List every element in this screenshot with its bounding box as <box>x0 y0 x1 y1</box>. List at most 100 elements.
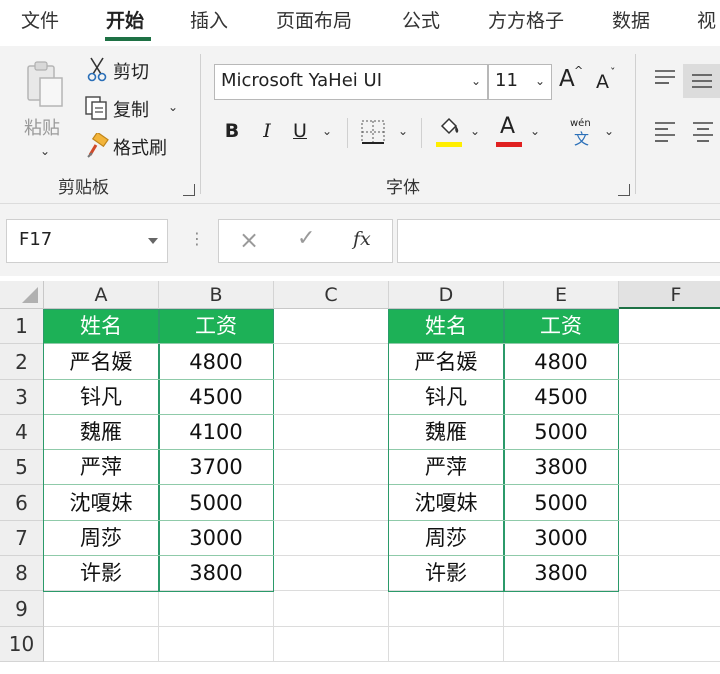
tab-insert[interactable]: 插入 <box>190 6 228 33</box>
tab-home[interactable]: 开始 <box>106 6 144 33</box>
left-table-header-cell[interactable]: 姓名 <box>44 309 159 344</box>
cell-f7[interactable] <box>619 521 720 556</box>
cell-f8[interactable] <box>619 556 720 591</box>
align-center-icon[interactable] <box>690 118 716 144</box>
cell-f9[interactable] <box>619 591 720 627</box>
phonetic-dropdown-icon[interactable]: ⌄ <box>604 124 614 138</box>
cell-f4[interactable] <box>619 415 720 450</box>
left-table-data-cell[interactable]: 3000 <box>159 521 274 556</box>
cell-d10[interactable] <box>389 627 504 662</box>
column-header-d[interactable]: D <box>389 281 504 309</box>
cell-c2[interactable] <box>274 344 389 380</box>
format-painter-button[interactable]: 格式刷 <box>84 132 184 160</box>
cell-b9[interactable] <box>159 591 274 627</box>
tab-page-layout[interactable]: 页面布局 <box>276 6 352 33</box>
row-header-9[interactable]: 9 <box>0 591 44 627</box>
right-table-data-cell[interactable]: 3800 <box>504 450 619 485</box>
right-table-data-cell[interactable]: 周莎 <box>389 521 504 556</box>
row-header-4[interactable]: 4 <box>0 415 44 450</box>
cell-f3[interactable] <box>619 380 720 415</box>
left-table-data-cell[interactable]: 严萍 <box>44 450 159 485</box>
tab-fangfang-gezi[interactable]: 方方格子 <box>488 6 564 33</box>
cell-c8[interactable] <box>274 556 389 591</box>
tab-file[interactable]: 文件 <box>21 6 59 33</box>
row-header-5[interactable]: 5 <box>0 450 44 485</box>
tab-formulas[interactable]: 公式 <box>402 6 440 33</box>
left-table-data-cell[interactable]: 4500 <box>159 380 274 415</box>
cell-f5[interactable] <box>619 450 720 485</box>
left-table-data-cell[interactable]: 3700 <box>159 450 274 485</box>
left-table-data-cell[interactable]: 沈嗄妹 <box>44 485 159 521</box>
underline-button[interactable]: U <box>289 120 311 142</box>
copy-dropdown-icon[interactable]: ⌄ <box>168 100 178 114</box>
font-size-select[interactable]: 11 ⌄ <box>488 64 552 100</box>
row-header-10[interactable]: 10 <box>0 627 44 662</box>
cell-f6[interactable] <box>619 485 720 521</box>
left-table-data-cell[interactable]: 3800 <box>159 556 274 591</box>
font-launcher-icon[interactable] <box>618 184 630 196</box>
insert-function-icon[interactable]: fx <box>353 228 371 250</box>
left-table-data-cell[interactable]: 周莎 <box>44 521 159 556</box>
cell-f2[interactable] <box>619 344 720 380</box>
row-header-8[interactable]: 8 <box>0 556 44 591</box>
column-header-a[interactable]: A <box>44 281 159 309</box>
font-name-select[interactable]: Microsoft YaHei UI ⌄ <box>214 64 488 100</box>
fill-color-dropdown-icon[interactable]: ⌄ <box>470 124 480 138</box>
cell-c7[interactable] <box>274 521 389 556</box>
fill-color-button[interactable] <box>434 116 466 150</box>
right-table-data-cell[interactable]: 魏雁 <box>389 415 504 450</box>
right-table-data-cell[interactable]: 许影 <box>389 556 504 591</box>
cut-button[interactable]: 剪切 <box>84 56 164 84</box>
left-table-data-cell[interactable]: 魏雁 <box>44 415 159 450</box>
font-color-button[interactable]: A <box>494 114 526 150</box>
left-table-data-cell[interactable]: 严名媛 <box>44 344 159 380</box>
grow-font-button[interactable]: A ^ <box>558 64 586 98</box>
cancel-icon[interactable]: × <box>239 226 259 254</box>
cell-a10[interactable] <box>44 627 159 662</box>
cell-c1[interactable] <box>274 309 389 344</box>
paste-dropdown-icon[interactable]: ⌄ <box>40 144 50 158</box>
italic-button[interactable]: I <box>256 120 278 142</box>
cell-c9[interactable] <box>274 591 389 627</box>
paste-button[interactable]: 粘贴 ⌄ <box>18 54 72 164</box>
borders-icon[interactable] <box>360 119 386 145</box>
name-box-dropdown-icon[interactable] <box>147 237 159 245</box>
column-header-e[interactable]: E <box>504 281 619 309</box>
left-table-data-cell[interactable]: 钭凡 <box>44 380 159 415</box>
right-table-data-cell[interactable]: 4500 <box>504 380 619 415</box>
cell-f1[interactable] <box>619 309 720 344</box>
clipboard-launcher-icon[interactable] <box>183 184 195 196</box>
cell-c10[interactable] <box>274 627 389 662</box>
align-middle-button[interactable] <box>683 64 720 98</box>
cell-b10[interactable] <box>159 627 274 662</box>
tab-data[interactable]: 数据 <box>612 6 650 33</box>
cell-c3[interactable] <box>274 380 389 415</box>
column-header-c[interactable]: C <box>274 281 389 309</box>
cell-c4[interactable] <box>274 415 389 450</box>
right-table-data-cell[interactable]: 3800 <box>504 556 619 591</box>
column-header-f[interactable]: F <box>619 281 720 309</box>
right-table-header-cell[interactable]: 姓名 <box>389 309 504 344</box>
font-name-dropdown-icon[interactable]: ⌄ <box>471 65 481 97</box>
row-header-7[interactable]: 7 <box>0 521 44 556</box>
row-header-3[interactable]: 3 <box>0 380 44 415</box>
align-left-icon[interactable] <box>652 118 678 144</box>
left-table-data-cell[interactable]: 4800 <box>159 344 274 380</box>
cell-e10[interactable] <box>504 627 619 662</box>
right-table-data-cell[interactable]: 钭凡 <box>389 380 504 415</box>
underline-dropdown-icon[interactable]: ⌄ <box>322 124 332 138</box>
cell-c5[interactable] <box>274 450 389 485</box>
copy-button[interactable]: 复制 ⌄ <box>84 94 184 122</box>
right-table-data-cell[interactable]: 严名媛 <box>389 344 504 380</box>
cell-e9[interactable] <box>504 591 619 627</box>
formula-input[interactable] <box>397 219 720 263</box>
phonetic-guide-button[interactable]: wén 文 <box>566 116 600 150</box>
right-table-data-cell[interactable]: 4800 <box>504 344 619 380</box>
borders-dropdown-icon[interactable]: ⌄ <box>398 124 408 138</box>
right-table-data-cell[interactable]: 3000 <box>504 521 619 556</box>
row-header-1[interactable]: 1 <box>0 309 44 344</box>
shrink-font-button[interactable]: A ˇ <box>594 66 622 100</box>
name-box[interactable]: F17 <box>6 219 168 263</box>
right-table-data-cell[interactable]: 严萍 <box>389 450 504 485</box>
enter-icon[interactable]: ✓ <box>297 226 315 251</box>
